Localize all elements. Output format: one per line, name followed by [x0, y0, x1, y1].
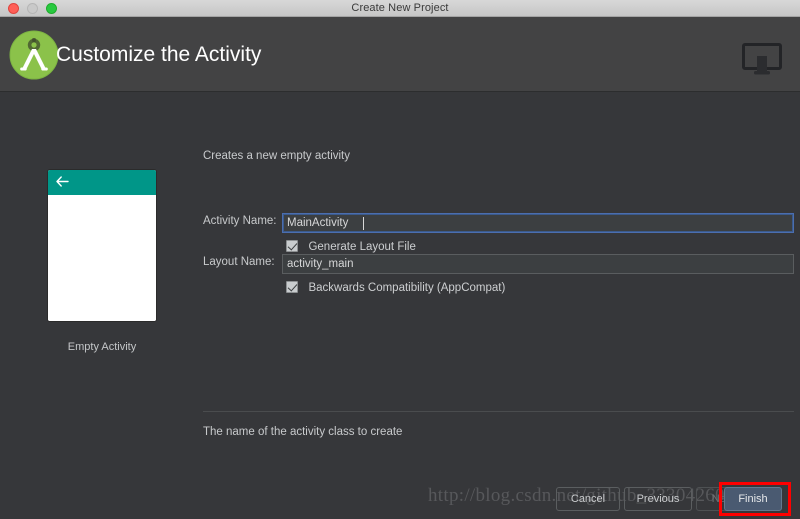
monitor-display-icon: [742, 43, 782, 77]
form-description: Creates a new empty activity: [203, 150, 351, 162]
preview-content-area: [48, 195, 156, 321]
template-preview-empty-activity[interactable]: Empty Activity: [47, 169, 157, 353]
activity-name-label: Activity Name:: [203, 215, 277, 227]
android-studio-logo-icon: [8, 29, 60, 81]
backwards-compatibility-checkbox[interactable]: [286, 281, 298, 293]
page-title: Customize the Activity: [56, 43, 262, 66]
activity-name-row: Activity Name:: [203, 213, 794, 233]
text-cursor: [363, 217, 364, 230]
template-thumbnail[interactable]: [47, 169, 157, 322]
back-arrow-icon: [56, 174, 69, 192]
backwards-compatibility-label: Backwards Compatibility (AppCompat): [308, 282, 506, 294]
create-new-project-window: Create New Project Customize the Activit…: [0, 0, 800, 519]
activity-name-input[interactable]: [282, 213, 794, 233]
form-divider: [203, 411, 794, 412]
layout-name-row: Layout Name:: [203, 254, 794, 274]
window-title: Create New Project: [351, 2, 449, 14]
generate-layout-file-checkbox-row[interactable]: Generate Layout File: [286, 237, 416, 255]
cancel-button[interactable]: Cancel: [556, 487, 620, 511]
preview-app-bar: [48, 170, 156, 195]
window-title-bar: Create New Project: [0, 0, 800, 17]
wizard-button-bar: Cancel Previous Next Finish: [0, 487, 800, 513]
field-hint-text: The name of the activity class to create: [203, 426, 403, 438]
activity-settings-form: Creates a new empty activity Activity Na…: [203, 92, 794, 519]
finish-button[interactable]: Finish: [724, 487, 782, 511]
wizard-header: Customize the Activity: [0, 17, 800, 92]
layout-name-label: Layout Name:: [203, 256, 275, 268]
generate-layout-file-label: Generate Layout File: [308, 241, 416, 253]
backwards-compatibility-checkbox-row[interactable]: Backwards Compatibility (AppCompat): [286, 278, 505, 296]
layout-name-input[interactable]: [282, 254, 794, 274]
previous-button[interactable]: Previous: [624, 487, 692, 511]
template-label: Empty Activity: [67, 341, 137, 353]
wizard-body: Empty Activity Creates a new empty activ…: [0, 92, 800, 519]
generate-layout-file-checkbox[interactable]: [286, 240, 298, 252]
